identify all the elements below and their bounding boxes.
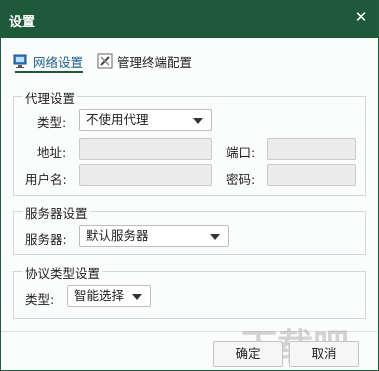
proxy-type-label: 类型:	[37, 115, 67, 130]
proxy-group-title: 代理设置	[23, 88, 78, 107]
server-select[interactable]: 默认服务器	[79, 225, 229, 247]
protocol-group-title: 协议类型设置	[23, 263, 103, 282]
server-value: 默认服务器	[86, 228, 149, 243]
window-title: 设置	[9, 15, 36, 30]
tab-label: 网络设置	[33, 54, 84, 70]
tools-icon	[97, 53, 113, 69]
username-input[interactable]	[79, 164, 212, 186]
password-label: 密码:	[226, 172, 256, 187]
address-input[interactable]	[79, 138, 212, 160]
chevron-down-icon	[132, 294, 142, 300]
tab-network-settings[interactable]: 网络设置	[13, 50, 83, 72]
server-label: 服务器:	[25, 232, 67, 247]
chevron-down-icon	[193, 118, 203, 124]
username-label: 用户名:	[25, 172, 67, 187]
tab-label: 管理终端配置	[117, 54, 193, 70]
active-tab-indicator	[15, 71, 83, 73]
network-icon	[13, 54, 27, 68]
tab-strip: 网络设置 管理终端配置	[1, 44, 378, 74]
address-label: 地址:	[37, 145, 67, 160]
password-input[interactable]	[267, 164, 356, 186]
protocol-type-value: 智能选择	[74, 288, 125, 303]
title-bar[interactable]: 设置 ✕	[1, 1, 378, 38]
port-input[interactable]	[267, 138, 356, 160]
close-icon[interactable]: ✕	[352, 8, 370, 26]
port-label: 端口:	[226, 145, 256, 160]
protocol-type-label: 类型:	[25, 292, 55, 307]
protocol-type-select[interactable]: 智能选择	[67, 285, 151, 307]
tab-terminal-config[interactable]: 管理终端配置	[97, 50, 192, 72]
settings-dialog: 设置 ✕ 网络设置 管理终端配置 代理设置 类型: 不使用代理 地址: 端口: …	[0, 0, 379, 371]
chevron-down-icon	[210, 234, 220, 240]
proxy-type-select[interactable]: 不使用代理	[79, 109, 212, 131]
server-group-title: 服务器设置	[23, 203, 90, 222]
proxy-type-value: 不使用代理	[86, 112, 149, 127]
cancel-button[interactable]: 取消	[289, 341, 359, 367]
ok-button[interactable]: 确定	[213, 341, 283, 367]
